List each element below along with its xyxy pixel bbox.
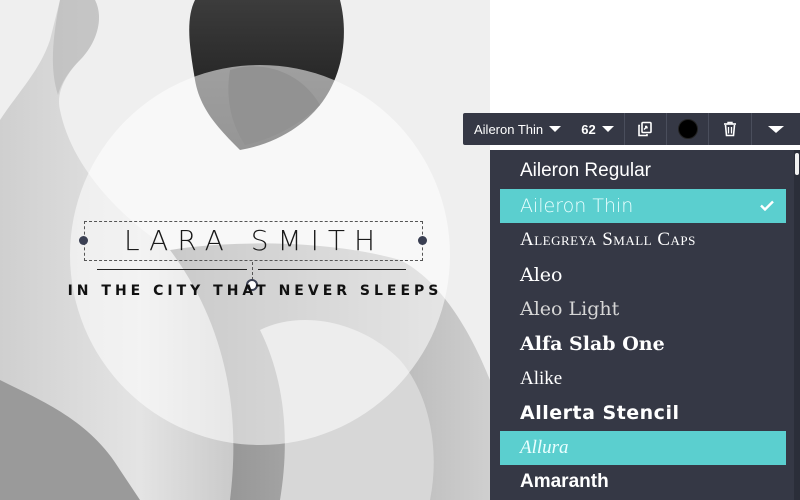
trash-icon [724,121,737,137]
font-option-label: Allura [520,436,569,458]
font-size-label: 62 [581,121,596,137]
rotate-stem [252,262,253,280]
delete-button[interactable] [709,113,750,145]
font-option-label: Alfa Slab One [520,332,665,355]
font-option-label: Amaranth [520,471,609,493]
font-option-allerta-stencil[interactable]: Allerta Stencil [500,396,786,431]
divider-line-left [97,269,247,270]
subtitle-text[interactable]: IN THE CITY THAT NEVER SLEEPS [40,283,470,299]
font-option-aileron-thin[interactable]: Aileron Thin [500,188,786,224]
font-option-aleo-light[interactable]: Aleo Light [500,292,786,327]
design-canvas[interactable]: LARA SMITH IN THE CITY THAT NEVER SLEEPS [0,0,490,500]
dropdown-scrollbar[interactable] [794,150,800,500]
check-icon [760,189,774,224]
font-option-aleo[interactable]: Aleo [500,258,786,293]
font-option-label: Aleo [520,263,563,286]
font-option-alfa-slab-one[interactable]: Alfa Slab One [500,327,786,362]
font-size-select[interactable]: 62 [571,122,623,137]
font-dropdown: Aileron Regular Aileron Thin Alegreya Sm… [490,150,800,500]
chevron-down-icon [601,126,614,132]
chevron-down-icon [549,126,562,132]
font-list: Aileron Regular Aileron Thin Alegreya Sm… [490,150,796,500]
font-option-alike[interactable]: Alike [500,362,786,397]
font-option-amaranth[interactable]: Amaranth [500,465,786,500]
font-option-label: Alegreya Small Caps [520,229,696,251]
color-swatch [677,119,698,139]
duplicate-icon [638,121,653,137]
font-option-aileron-regular[interactable]: Aileron Regular [500,154,786,189]
font-family-label: Aileron Thin [474,121,544,137]
font-family-select[interactable]: Aileron Thin [463,122,571,137]
font-option-allura[interactable]: Allura [500,430,786,466]
scrollbar-thumb[interactable] [795,153,799,175]
duplicate-button[interactable] [624,113,665,145]
font-option-label: Aleo Light [520,298,620,321]
title-text[interactable]: LARA SMITH [86,222,422,260]
more-options-button[interactable] [752,113,800,145]
font-option-label: Alike [520,367,563,389]
font-option-alegreya-small-caps[interactable]: Alegreya Small Caps [500,223,786,258]
font-option-label: Aileron Regular [520,160,651,181]
text-toolbar: Aileron Thin 62 [463,113,800,145]
chevron-down-icon [767,125,784,133]
font-option-label: Allerta Stencil [520,402,680,425]
font-option-label: Aileron Thin [520,194,634,217]
text-color-button[interactable] [667,113,708,145]
divider-line-right [258,269,406,270]
